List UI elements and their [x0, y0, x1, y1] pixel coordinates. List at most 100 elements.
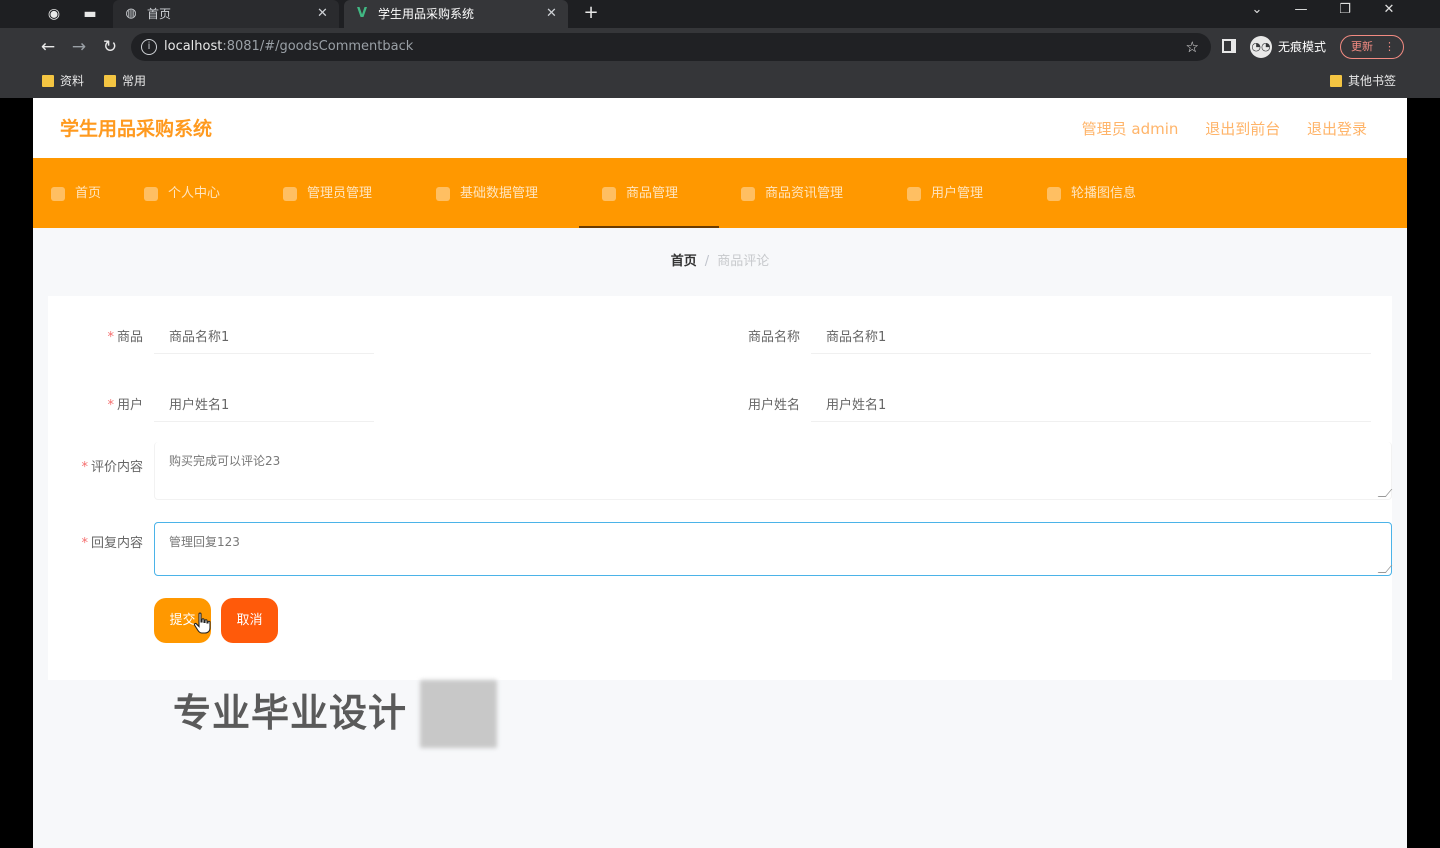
reply-textarea[interactable]: 管理回复123 [154, 522, 1393, 576]
tab-overview-icon[interactable]: ▬ [80, 4, 100, 24]
menu-item-user-management[interactable]: 用户管理 [907, 158, 983, 228]
goods-field-label: * 商品 [107, 330, 143, 345]
watermark-text: 专业毕业设计 [173, 691, 408, 735]
bookmark-label: 常用 [122, 74, 147, 88]
tab-list-chevron-icon[interactable]: ⌄ [1246, 2, 1268, 17]
data-icon [436, 187, 450, 201]
menu-item-label: 商品资讯管理 [765, 186, 844, 201]
minimize-icon[interactable]: — [1290, 2, 1312, 17]
comment-text: 购买完成可以评论23 [169, 454, 281, 468]
breadcrumb: 首页 / 商品评论 [33, 228, 1407, 292]
home-icon [51, 187, 65, 201]
blurred-overlay [420, 680, 497, 748]
more-menu-icon[interactable]: ⋮ [1384, 36, 1395, 58]
update-label: 更新 [1351, 40, 1373, 53]
menu-item-label: 首页 [75, 186, 102, 201]
user-field-label: * 用户 [107, 398, 143, 413]
users-icon [907, 187, 921, 201]
close-icon[interactable]: ✕ [317, 0, 331, 28]
main-content: 首页 / 商品评论 * 商品 商品名称1 商品名称 商品名称1 * 用户 用户姓名1 用… [33, 228, 1407, 848]
menu-item-label: 商品管理 [626, 186, 679, 201]
tab-search-icon[interactable]: ◉ [44, 4, 64, 24]
main-menu: 首页 个人中心 管理员管理 基础数据管理 商品管理 商品资讯管理 用户管理 轮播… [33, 158, 1407, 228]
menu-item-label: 管理员管理 [307, 186, 373, 201]
bookmark-label: 其他书签 [1348, 74, 1397, 88]
new-tab-icon[interactable]: + [580, 2, 602, 23]
menu-item-admin-management[interactable]: 管理员管理 [283, 158, 372, 228]
tab-title: 学生用品采购系统 [378, 7, 475, 21]
other-bookmarks[interactable]: 其他书签 [1330, 66, 1396, 96]
incognito-icon: ◔◔ [1250, 36, 1272, 58]
folder-icon [42, 75, 54, 87]
menu-item-home[interactable]: 首页 [51, 158, 101, 228]
goods-value: 商品名称1 [169, 330, 230, 345]
menu-item-base-data[interactable]: 基础数据管理 [436, 158, 538, 228]
close-icon[interactable]: ✕ [546, 0, 560, 28]
menu-item-goods-news[interactable]: 商品资讯管理 [741, 158, 843, 228]
incognito-label: 无痕模式 [1278, 40, 1327, 54]
update-button[interactable]: 更新 ⋮ [1340, 35, 1404, 59]
back-to-front-link[interactable]: 退出到前台 [1205, 120, 1280, 138]
admin-user-label: 管理员 admin [1081, 120, 1179, 138]
url-text[interactable]: localhost:8081/#/goodsCommentback [164, 33, 413, 61]
user-name-value: 用户姓名1 [826, 398, 887, 413]
side-panel-icon[interactable] [1222, 39, 1236, 53]
bookmark-folder[interactable]: 资料 [42, 66, 84, 96]
image-icon [1047, 187, 1061, 201]
bookmark-label: 资料 [60, 74, 85, 88]
news-icon [741, 187, 755, 201]
tab-title: 首页 [147, 7, 172, 21]
hand-cursor-icon [193, 612, 211, 634]
breadcrumb-home[interactable]: 首页 [671, 254, 697, 269]
reload-icon[interactable]: ↻ [99, 36, 121, 58]
browser-toolbar: ← → ↻ i localhost:8081/#/goodsCommentbac… [0, 28, 1440, 66]
resize-handle-icon[interactable] [1377, 565, 1393, 573]
folder-icon [1330, 75, 1342, 87]
vue-icon: V [356, 6, 368, 21]
incognito-indicator[interactable]: ◔◔ 无痕模式 [1250, 36, 1326, 58]
site-info-icon[interactable]: i [141, 39, 157, 55]
restore-icon[interactable]: ❐ [1334, 2, 1356, 17]
menu-item-carousel[interactable]: 轮播图信息 [1047, 158, 1136, 228]
goods-name-value: 商品名称1 [826, 330, 887, 345]
goods-icon [602, 187, 616, 201]
cancel-button[interactable]: 取消 [221, 598, 278, 643]
user-value: 用户姓名1 [169, 398, 230, 413]
comment-field-label: * 评价内容 [81, 460, 143, 475]
menu-item-label: 个人中心 [168, 186, 221, 201]
reply-field-label: * 回复内容 [81, 536, 143, 551]
goods-name-label: 商品名称 [747, 330, 800, 345]
site-brand: 学生用品采购系统 [60, 118, 213, 140]
tab-system[interactable]: V 学生用品采购系统 ✕ [344, 0, 568, 28]
web-page: 学生用品采购系统 管理员 admin 退出到前台 退出登录 首页 个人中心 管理… [33, 98, 1407, 848]
forward-arrow-icon[interactable]: → [68, 36, 90, 58]
site-header: 学生用品采购系统 管理员 admin 退出到前台 退出登录 [33, 98, 1407, 158]
admin-icon [283, 187, 297, 201]
globe-icon: ◍ [125, 6, 137, 21]
bookmarks-bar: 资料 常用 其他书签 [0, 66, 1440, 98]
comment-reply-form: * 商品 商品名称1 商品名称 商品名称1 * 用户 用户姓名1 用户姓名 用户姓名… [48, 296, 1393, 680]
logout-link[interactable]: 退出登录 [1307, 120, 1367, 138]
browser-tab-bar: ◉ ▬ ◍ 首页 ✕ V 学生用品采购系统 ✕ + ⌄ — ❐ ✕ [0, 0, 1440, 28]
tab-home[interactable]: ◍ 首页 ✕ [113, 0, 339, 28]
bookmark-folder[interactable]: 常用 [104, 66, 146, 96]
menu-item-goods-management[interactable]: 商品管理 [602, 158, 678, 228]
user-name-label: 用户姓名 [747, 398, 800, 413]
breadcrumb-current: 商品评论 [717, 254, 770, 269]
resize-handle-icon[interactable] [1377, 489, 1393, 497]
address-bar[interactable]: i localhost:8081/#/goodsCommentback ☆ [131, 33, 1211, 61]
goods-name-field[interactable] [811, 314, 1371, 354]
back-arrow-icon[interactable]: ← [37, 36, 59, 58]
menu-item-label: 轮播图信息 [1071, 186, 1137, 201]
folder-icon [104, 75, 116, 87]
user-icon [144, 187, 158, 201]
bookmark-star-icon[interactable]: ☆ [1186, 33, 1199, 61]
menu-item-label: 基础数据管理 [460, 186, 539, 201]
comment-textarea[interactable]: 购买完成可以评论23 [154, 442, 1393, 500]
user-name-field[interactable] [811, 382, 1371, 422]
window-close-icon[interactable]: ✕ [1378, 2, 1400, 17]
menu-item-profile[interactable]: 个人中心 [144, 158, 220, 228]
header-links: 管理员 admin 退出到前台 退出登录 [1060, 98, 1367, 160]
menu-item-label: 用户管理 [931, 186, 984, 201]
reply-text: 管理回复123 [169, 535, 240, 549]
